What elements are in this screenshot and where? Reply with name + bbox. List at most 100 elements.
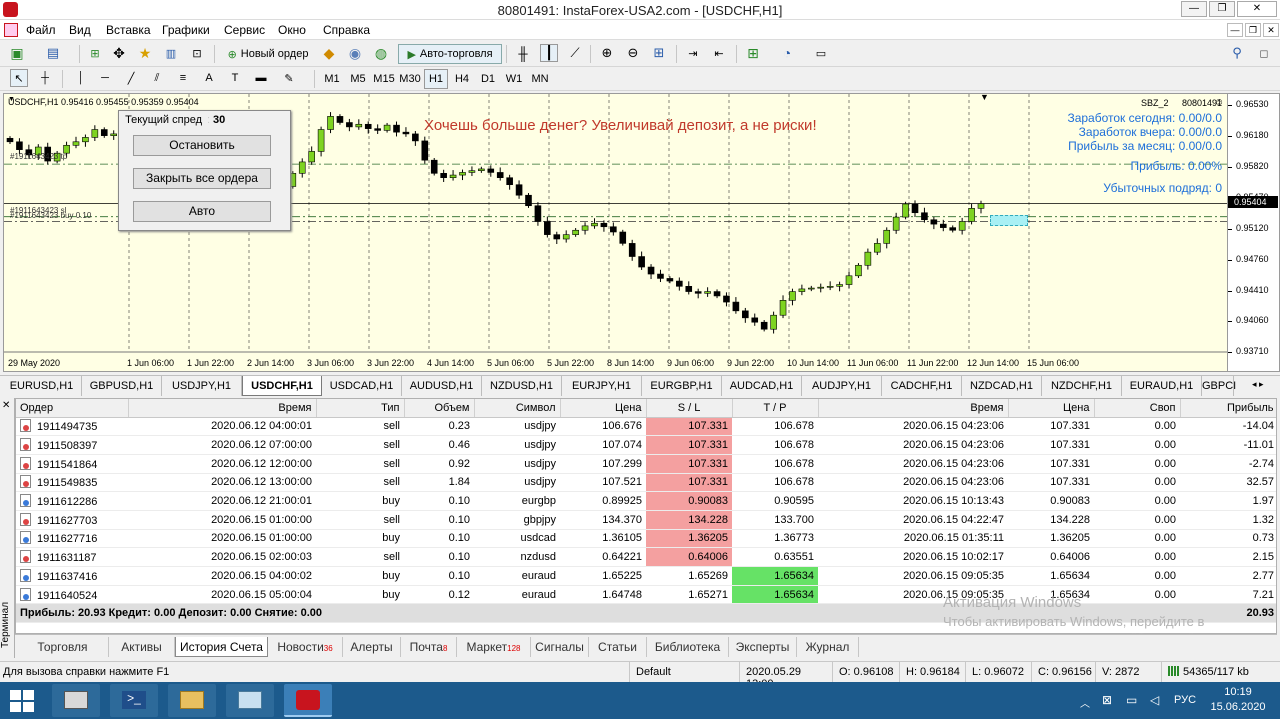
tf-w1[interactable]: W1 [502, 69, 526, 89]
line-chart-icon[interactable]: ⟋ [566, 44, 584, 62]
menu-insert[interactable]: Вставка [106, 23, 151, 37]
mdi-minimize-button[interactable]: — [1227, 23, 1243, 37]
signals-icon[interactable]: ◉ [346, 44, 364, 62]
chart-tab-gbpci[interactable]: GBPCI [1202, 376, 1236, 396]
terminal-tab-4[interactable]: Новости36 [268, 637, 343, 657]
tf-mn[interactable]: MN [528, 69, 552, 89]
favorites-star-icon[interactable]: ★ [136, 44, 154, 62]
terminal-tab-2[interactable]: Активы [109, 637, 175, 657]
column-header-7[interactable]: S / L [646, 399, 733, 418]
mdi-close-button[interactable]: ✕ [1263, 23, 1279, 37]
chart-tab-euraudh1[interactable]: EURAUD,H1 [1122, 376, 1202, 396]
status-profile[interactable]: Default [629, 662, 739, 682]
table-row[interactable]: 1911627716 2020.06.15 01:00:00 buy 0.10 usdc… [16, 529, 1276, 549]
tray-date[interactable]: 15.06.2020 [1208, 701, 1268, 713]
text-label-icon[interactable]: T [226, 69, 244, 87]
server-manager-icon[interactable] [52, 684, 100, 717]
market-watch-icon[interactable]: ⊞ [86, 44, 104, 62]
crosshair-icon[interactable]: ┼ [36, 69, 54, 87]
horizontal-line-icon[interactable]: ─ [96, 69, 114, 87]
column-header-1[interactable]: Ордер [16, 399, 129, 418]
close-all-orders-button[interactable]: Закрыть все ордера [133, 168, 271, 189]
table-row[interactable]: 1911612286 2020.06.12 21:00:01 buy 0.10 eurg… [16, 491, 1276, 511]
tf-h4[interactable]: H4 [450, 69, 474, 89]
chart-tab-gbpusdh1[interactable]: GBPUSD,H1 [82, 376, 162, 396]
auto-trading-button[interactable]: ▶ Авто-торговля [398, 44, 502, 64]
shapes-icon[interactable]: ✎ [280, 69, 298, 87]
terminal-close-icon[interactable]: ✕ [2, 400, 10, 411]
tray-time[interactable]: 10:19 [1213, 686, 1263, 698]
chart-tab-eurjpyh1[interactable]: EURJPY,H1 [562, 376, 642, 396]
remote-desktop-icon[interactable] [226, 684, 274, 717]
tester-icon[interactable]: ⊡ [188, 44, 206, 62]
vertical-line-icon[interactable]: │ [72, 69, 90, 87]
menu-chart-icon[interactable] [4, 23, 18, 37]
table-row[interactable]: 1911631187 2020.06.15 02:00:03 sell 0.10 nzd… [16, 547, 1276, 567]
tf-d1[interactable]: D1 [476, 69, 500, 89]
auto-button[interactable]: Авто [133, 201, 271, 222]
chart-tabs-scroll-icon[interactable]: ◂ ▸ [1252, 379, 1278, 390]
terminal-tab-1[interactable]: Торговля [17, 637, 109, 657]
chart-tab-usdcadh1[interactable]: USDCAD,H1 [322, 376, 402, 396]
navigator-icon[interactable]: ✥ [110, 44, 128, 62]
table-row[interactable]: 1911508397 2020.06.12 07:00:00 sell 0.46 usd… [16, 435, 1276, 455]
table-row[interactable]: 1911627703 2020.06.15 01:00:00 sell 0.10 gbp… [16, 510, 1276, 530]
menu-help[interactable]: Справка [323, 23, 370, 37]
tile-windows-icon[interactable]: ⊞ [650, 44, 668, 62]
chat-icon[interactable]: ◻ [1255, 44, 1273, 62]
table-row[interactable]: 1911637416 2020.06.15 04:00:02 buy 0.10 eura… [16, 566, 1276, 586]
column-header-12[interactable]: Прибыль [1180, 399, 1276, 418]
terminal-tab-11[interactable]: Эксперты [729, 637, 797, 657]
column-header-11[interactable]: Своп [1094, 399, 1181, 418]
table-row[interactable]: 1911541864 2020.06.12 12:00:00 sell 0.92 usd… [16, 454, 1276, 474]
table-row[interactable]: 1911549835 2020.06.12 13:00:00 sell 1.84 usd… [16, 473, 1276, 493]
stop-button[interactable]: Остановить [133, 135, 271, 156]
tf-m15[interactable]: M15 [372, 69, 396, 89]
new-order-button[interactable]: ⊕ Новый ордер [220, 44, 316, 64]
chart-tab-usdjpyh1[interactable]: USDJPY,H1 [162, 376, 242, 396]
chart-tab-eurusdh1[interactable]: EURUSD,H1 [2, 376, 82, 396]
terminal-tab-10[interactable]: Библиотека [647, 637, 729, 657]
tf-m1[interactable]: M1 [320, 69, 344, 89]
table-row[interactable]: 1911494735 2020.06.12 04:00:01 sell 0.23 usd… [16, 417, 1276, 437]
minimize-button[interactable]: — [1181, 1, 1207, 17]
chart-tab-cadchfh1[interactable]: CADCHF,H1 [882, 376, 962, 396]
zoom-in-icon[interactable]: ⊕ [598, 44, 616, 62]
tray-language[interactable]: РУС [1174, 694, 1196, 706]
chart-tab-nzdchfh1[interactable]: NZDCHF,H1 [1042, 376, 1122, 396]
tf-h1[interactable]: H1 [424, 69, 448, 89]
menu-charts[interactable]: Графики [162, 23, 210, 37]
rectangle-icon[interactable]: ▬ [252, 69, 270, 87]
terminal-tab-3[interactable]: История Счета [175, 637, 268, 657]
column-header-2[interactable]: Время [128, 399, 317, 418]
column-header-6[interactable]: Цена [560, 399, 647, 418]
meta-editor-icon[interactable]: ◆ [320, 44, 338, 62]
terminal-icon[interactable]: ▥ [162, 44, 180, 62]
chart-tab-audjpyh1[interactable]: AUDJPY,H1 [802, 376, 882, 396]
terminal-tab-12[interactable]: Журнал [797, 637, 859, 657]
table-row[interactable]: 1911640524 2020.06.15 05:00:04 buy 0.12 eura… [16, 585, 1276, 605]
autoscroll-icon[interactable]: ⇤ [710, 44, 728, 62]
candlestick-icon[interactable]: ┃ [540, 44, 558, 62]
tray-volume-icon[interactable]: ◁ [1150, 693, 1159, 707]
terminal-tab-7[interactable]: Маркет128 [457, 637, 531, 657]
metatrader-taskbar-icon[interactable] [284, 684, 332, 717]
periods-clock-icon[interactable]: ◔ [778, 44, 796, 62]
channel-icon[interactable]: ⫽ [148, 69, 166, 87]
tray-network-icon[interactable]: ⊠ [1102, 693, 1112, 707]
column-header-5[interactable]: Символ [474, 399, 561, 418]
bar-chart-icon[interactable]: ╫ [514, 44, 532, 62]
price-chart[interactable]: 29 May 2020 1 Jun 06:00 1 Jun 22:00 2 Jun 1… [3, 93, 1228, 372]
column-header-4[interactable]: Объем [404, 399, 475, 418]
windows-start-icon[interactable] [10, 690, 34, 712]
fibonacci-icon[interactable]: ≡ [174, 69, 192, 87]
indicators-icon[interactable]: ⊞ [744, 44, 762, 62]
chart-tab-eurgbph1[interactable]: EURGBP,H1 [642, 376, 722, 396]
globe-icon[interactable]: ◍ [372, 44, 390, 62]
column-header-3[interactable]: Тип [316, 399, 405, 418]
zoom-out-icon[interactable]: ⊖ [624, 44, 642, 62]
chart-tab-nzdcadh1[interactable]: NZDCAD,H1 [962, 376, 1042, 396]
column-header-8[interactable]: T / P [732, 399, 819, 418]
terminal-tab-9[interactable]: Статьи [589, 637, 647, 657]
menu-service[interactable]: Сервис [224, 23, 265, 37]
